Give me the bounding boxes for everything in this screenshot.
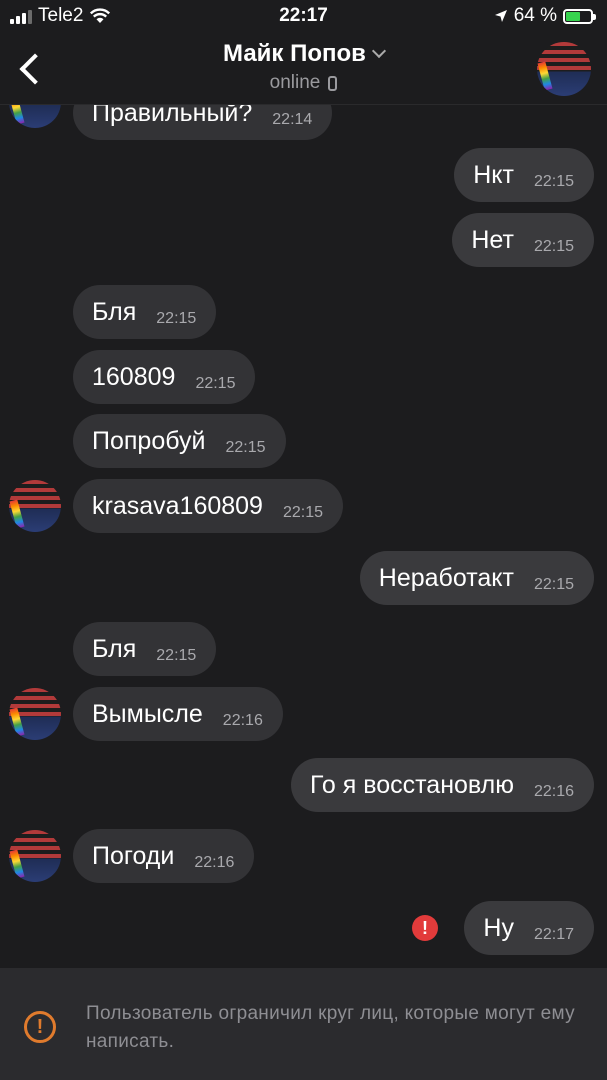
message-bubble-outgoing[interactable]: Нкт 22:15: [454, 148, 594, 202]
message-text: krasava160809: [92, 491, 263, 520]
chat-header: Майк Попов online: [0, 36, 607, 105]
message-time: 22:16: [222, 712, 263, 729]
message-bubble-incoming[interactable]: Бля 22:15: [73, 622, 217, 676]
message-text: Нет: [471, 225, 514, 254]
notice-text: Пользователь ограничил круг лиц, которые…: [86, 1003, 575, 1052]
message-bubble-incoming[interactable]: krasava160809 22:15: [73, 479, 344, 533]
contact-status: online: [270, 72, 338, 94]
message-time: 22:15: [533, 238, 574, 255]
contact-title[interactable]: Майк Попов: [223, 40, 387, 68]
message-text: 160809: [92, 362, 176, 391]
message-time: 22:17: [533, 926, 574, 943]
message-text: Погоди: [92, 841, 175, 870]
send-error-icon[interactable]: !: [412, 915, 438, 941]
message-bubble-outgoing[interactable]: Го я восстановлю 22:16: [291, 758, 594, 812]
status-bar: Tele2 22:17 64 %: [0, 0, 607, 36]
battery-icon: [563, 8, 596, 24]
online-status: online: [269, 72, 321, 93]
message-text: Вымысле: [92, 699, 203, 728]
header-avatar[interactable]: [537, 42, 591, 96]
avatar[interactable]: [537, 42, 591, 96]
message-avatar[interactable]: [9, 830, 61, 882]
message-time: 22:15: [156, 310, 197, 327]
avatar: [9, 480, 61, 532]
message-text: Го я восстановлю: [310, 770, 514, 799]
message-avatar[interactable]: [9, 688, 61, 740]
message-bubble-outgoing[interactable]: Неработакт 22:15: [359, 551, 594, 605]
mobile-phone-icon: [328, 75, 338, 91]
message-text: Попробуй: [92, 426, 206, 455]
chevron-down-icon: [371, 43, 387, 59]
message-bubble-incoming[interactable]: Погоди 22:16: [73, 829, 255, 883]
message-bubble-outgoing[interactable]: Нет 22:15: [452, 213, 594, 267]
message-bubble-incoming[interactable]: 160809 22:15: [73, 350, 256, 404]
message-bubble-incoming[interactable]: Бля 22:15: [73, 285, 217, 339]
status-right: 64 %: [494, 5, 596, 27]
restriction-notice: ! Пользователь ограничил круг лиц, котор…: [0, 968, 607, 1080]
message-time: 22:15: [533, 173, 574, 190]
message-time: 22:15: [156, 647, 197, 664]
location-arrow-icon: [494, 10, 507, 22]
warning-icon: !: [24, 1011, 56, 1043]
message-text: Нкт: [473, 160, 514, 189]
message-avatar[interactable]: [9, 480, 61, 532]
avatar: [9, 688, 61, 740]
message-time: 22:16: [194, 854, 235, 871]
message-time: 22:14: [272, 111, 313, 128]
message-time: 22:15: [225, 439, 266, 456]
contact-info[interactable]: Майк Попов online: [0, 40, 607, 94]
message-text: Бля: [92, 634, 137, 663]
message-bubble-incoming[interactable]: Попробуй 22:15: [73, 414, 286, 468]
battery-fill: [566, 11, 581, 21]
message-text: Ну: [483, 913, 514, 942]
message-bubble-outgoing[interactable]: Ну 22:17: [464, 901, 594, 955]
battery-percent: 64 %: [513, 5, 557, 26]
message-text: Неработакт: [378, 563, 514, 592]
message-text: Бля: [92, 297, 137, 326]
message-bubble-incoming[interactable]: Вымысле 22:16: [73, 687, 283, 741]
message-time: 22:15: [195, 375, 236, 392]
message-time: 22:15: [282, 504, 324, 521]
avatar: [9, 830, 61, 882]
message-time: 22:16: [533, 783, 574, 800]
contact-name: Майк Попов: [223, 40, 366, 67]
message-time: 22:15: [533, 576, 574, 593]
